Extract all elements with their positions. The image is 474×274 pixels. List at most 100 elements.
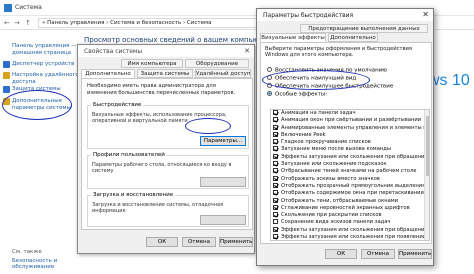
panel-description: Выберите параметры оформления и быстроде… bbox=[265, 46, 413, 59]
effect-checkbox-item[interactable]: Отбрасывание теней значками на рабочем с… bbox=[271, 168, 429, 175]
checkbox[interactable] bbox=[273, 168, 278, 174]
checkbox[interactable] bbox=[273, 139, 278, 145]
device-manager-link[interactable]: Диспетчер устройств bbox=[12, 61, 84, 68]
effect-checkbox-item[interactable]: Затухание или скольжение подсказок bbox=[271, 161, 429, 168]
effect-checkbox-item[interactable]: Анимация окон при свёртывании и развёрты… bbox=[271, 117, 429, 124]
checkbox[interactable] bbox=[273, 197, 278, 203]
effect-label: Сглаживание неровностей экранных шрифтов bbox=[281, 205, 410, 212]
user-profiles-label: Профили пользователей bbox=[91, 152, 167, 158]
cancel-button[interactable]: Отмена bbox=[182, 237, 216, 247]
checkbox[interactable] bbox=[273, 153, 278, 159]
tab-computer-name[interactable]: Имя компьютера bbox=[121, 59, 183, 68]
dialog-title: Свойства системы bbox=[84, 48, 143, 55]
checkbox[interactable] bbox=[273, 146, 278, 152]
checkbox[interactable] bbox=[273, 110, 278, 115]
effect-checkbox-item[interactable]: Скольжение при раскрытии списков bbox=[271, 212, 429, 219]
effect-checkbox-item[interactable]: Эффекты затухания или скольжения при обр… bbox=[271, 226, 429, 234]
main-content-area bbox=[430, 31, 474, 274]
checkbox[interactable] bbox=[273, 219, 278, 225]
ok-button[interactable]: ОК bbox=[325, 249, 357, 259]
see-also-label: См. также bbox=[12, 249, 42, 255]
tab-remote[interactable]: Удалённый доступ bbox=[195, 69, 251, 78]
checkbox[interactable] bbox=[273, 182, 278, 188]
close-icon[interactable]: ✕ bbox=[422, 10, 429, 19]
user-profiles-group: Профили пользователей Параметры рабочего… bbox=[87, 152, 249, 189]
tab-advanced[interactable]: Дополнительно bbox=[328, 33, 378, 42]
scrollbar[interactable] bbox=[424, 110, 429, 240]
radio-custom[interactable]: Особые эффекты: bbox=[267, 91, 327, 99]
effect-label: Эффекты затухания или скольжения при обр… bbox=[281, 226, 429, 233]
checkbox[interactable] bbox=[273, 175, 278, 181]
apply-button[interactable]: Применить bbox=[219, 237, 253, 247]
forward-arrow-icon[interactable]: → bbox=[14, 19, 20, 27]
advanced-tab-panel: Необходимо иметь права администратора дл… bbox=[81, 78, 253, 230]
user-profiles-button[interactable] bbox=[200, 177, 246, 187]
effect-checkbox-item[interactable]: Включение Peek bbox=[271, 131, 429, 139]
effect-label: Анимация окон при свёртывании и развёрты… bbox=[281, 117, 422, 124]
checkbox[interactable] bbox=[273, 204, 278, 210]
effect-checkbox-item[interactable]: Сглаживание неровностей экранных шрифтов bbox=[271, 204, 429, 212]
startup-recovery-button[interactable] bbox=[200, 215, 246, 225]
effect-checkbox-item[interactable]: Отображать тени, отбрасываемые окнами bbox=[271, 197, 429, 205]
effect-checkbox-item[interactable]: Сохранение вида эскизов панели задач bbox=[271, 219, 429, 226]
up-arrow-icon[interactable]: ↑ bbox=[25, 19, 31, 27]
effect-checkbox-item[interactable]: Эффекты затухания или скольжения при поя… bbox=[271, 234, 429, 240]
user-profiles-text: Параметры рабочего стола, относящиеся ко… bbox=[92, 162, 232, 175]
checkbox[interactable] bbox=[273, 117, 278, 123]
performance-settings-button[interactable]: Параметры... bbox=[200, 136, 246, 146]
tab-hardware[interactable]: Оборудование bbox=[185, 59, 249, 68]
admin-note: Необходимо иметь права администратора дл… bbox=[87, 83, 236, 96]
performance-options-dialog: Параметры быстродействия ✕ Предотвращени… bbox=[256, 8, 434, 266]
effect-label: Гладкое прокручивание списков bbox=[281, 139, 371, 146]
effect-checkbox-item[interactable]: Гладкое прокручивание списков bbox=[271, 139, 429, 146]
system-properties-dialog: Свойства системы ✕ Имя компьютера Оборуд… bbox=[77, 44, 255, 254]
close-icon[interactable]: ✕ bbox=[244, 47, 250, 55]
startup-recovery-group: Загрузка и восстановление Загрузка и вос… bbox=[87, 192, 249, 227]
effect-checkbox-item[interactable]: Отображать эскизы вместо значков bbox=[271, 175, 429, 183]
highlight-ellipse bbox=[2, 90, 72, 120]
tab-strip: Предотвращение выполнения данных Визуаль… bbox=[260, 24, 432, 42]
dialog-title: Параметры быстродействия bbox=[263, 12, 354, 19]
cancel-button[interactable]: Отмена bbox=[361, 249, 395, 259]
checkbox[interactable] bbox=[273, 212, 278, 218]
effect-checkbox-item[interactable]: Эффекты затухания или скольжения при обр… bbox=[271, 153, 429, 161]
effect-label: Затухание меню после вызова команды bbox=[281, 146, 391, 153]
checkbox[interactable] bbox=[273, 226, 278, 232]
tab-advanced[interactable]: Дополнительно bbox=[81, 69, 135, 78]
effect-label: Отображать прозрачный прямоугольник выде… bbox=[281, 183, 426, 190]
effect-label: Анимированные элементы управления и элем… bbox=[281, 124, 429, 131]
startup-recovery-text: Загрузка и восстановление системы, отлад… bbox=[92, 202, 224, 215]
effect-checkbox-item[interactable]: Отображать прозрачный прямоугольник выде… bbox=[271, 182, 429, 190]
control-panel-home-link[interactable]: Панель управления — домашняя страница bbox=[12, 43, 84, 57]
checkbox[interactable] bbox=[273, 161, 278, 167]
scrollbar-thumb[interactable] bbox=[426, 116, 429, 176]
effect-label: Сохранение вида эскизов панели задач bbox=[281, 219, 391, 226]
effect-label: Анимация на панели задач bbox=[281, 110, 356, 117]
checkbox[interactable] bbox=[273, 124, 278, 130]
left-task-pane: Панель управления — домашняя страница Ди… bbox=[0, 31, 79, 274]
checkbox[interactable] bbox=[273, 131, 278, 137]
checkbox[interactable] bbox=[273, 190, 278, 196]
effect-checkbox-item[interactable]: Отображать содержимое окна при перетаски… bbox=[271, 190, 429, 197]
effect-label: Отбрасывание теней значками на рабочем с… bbox=[281, 168, 417, 175]
remote-access-link[interactable]: Настройка удалённого доступа bbox=[12, 72, 84, 86]
effect-checkbox-item[interactable]: Затухание меню после вызова команды bbox=[271, 146, 429, 153]
effect-checkbox-item[interactable]: Анимированные элементы управления и элем… bbox=[271, 124, 429, 132]
breadcrumb[interactable]: « Панель управления › Система и безопасн… bbox=[38, 18, 258, 28]
tab-system-protection[interactable]: Защита системы bbox=[137, 69, 193, 78]
effect-checkbox-item[interactable]: Анимация на панели задач bbox=[271, 110, 429, 117]
dialog-titlebar: Свойства системы ✕ bbox=[78, 45, 254, 57]
ok-button[interactable]: ОК bbox=[146, 237, 178, 247]
tab-strip: Имя компьютера Оборудование Дополнительн… bbox=[81, 59, 253, 79]
effect-label: Отображать тени, отбрасываемые окнами bbox=[281, 197, 399, 204]
effect-label: Отображать эскизы вместо значков bbox=[281, 175, 380, 182]
tab-visual-effects[interactable]: Визуальные эффекты bbox=[260, 33, 326, 42]
windows-logo-text: ws 10 bbox=[428, 72, 470, 89]
effect-label: Затухание или скольжение подсказок bbox=[281, 161, 387, 168]
security-maintenance-link[interactable]: Безопасность и обслуживание bbox=[12, 258, 78, 270]
apply-button[interactable]: Применить bbox=[398, 249, 432, 259]
checkbox[interactable] bbox=[273, 234, 278, 240]
back-arrow-icon[interactable]: ← bbox=[4, 19, 10, 27]
tab-dep[interactable]: Предотвращение выполнения данных bbox=[300, 24, 428, 33]
performance-group-label: Быстродействие bbox=[91, 102, 144, 108]
